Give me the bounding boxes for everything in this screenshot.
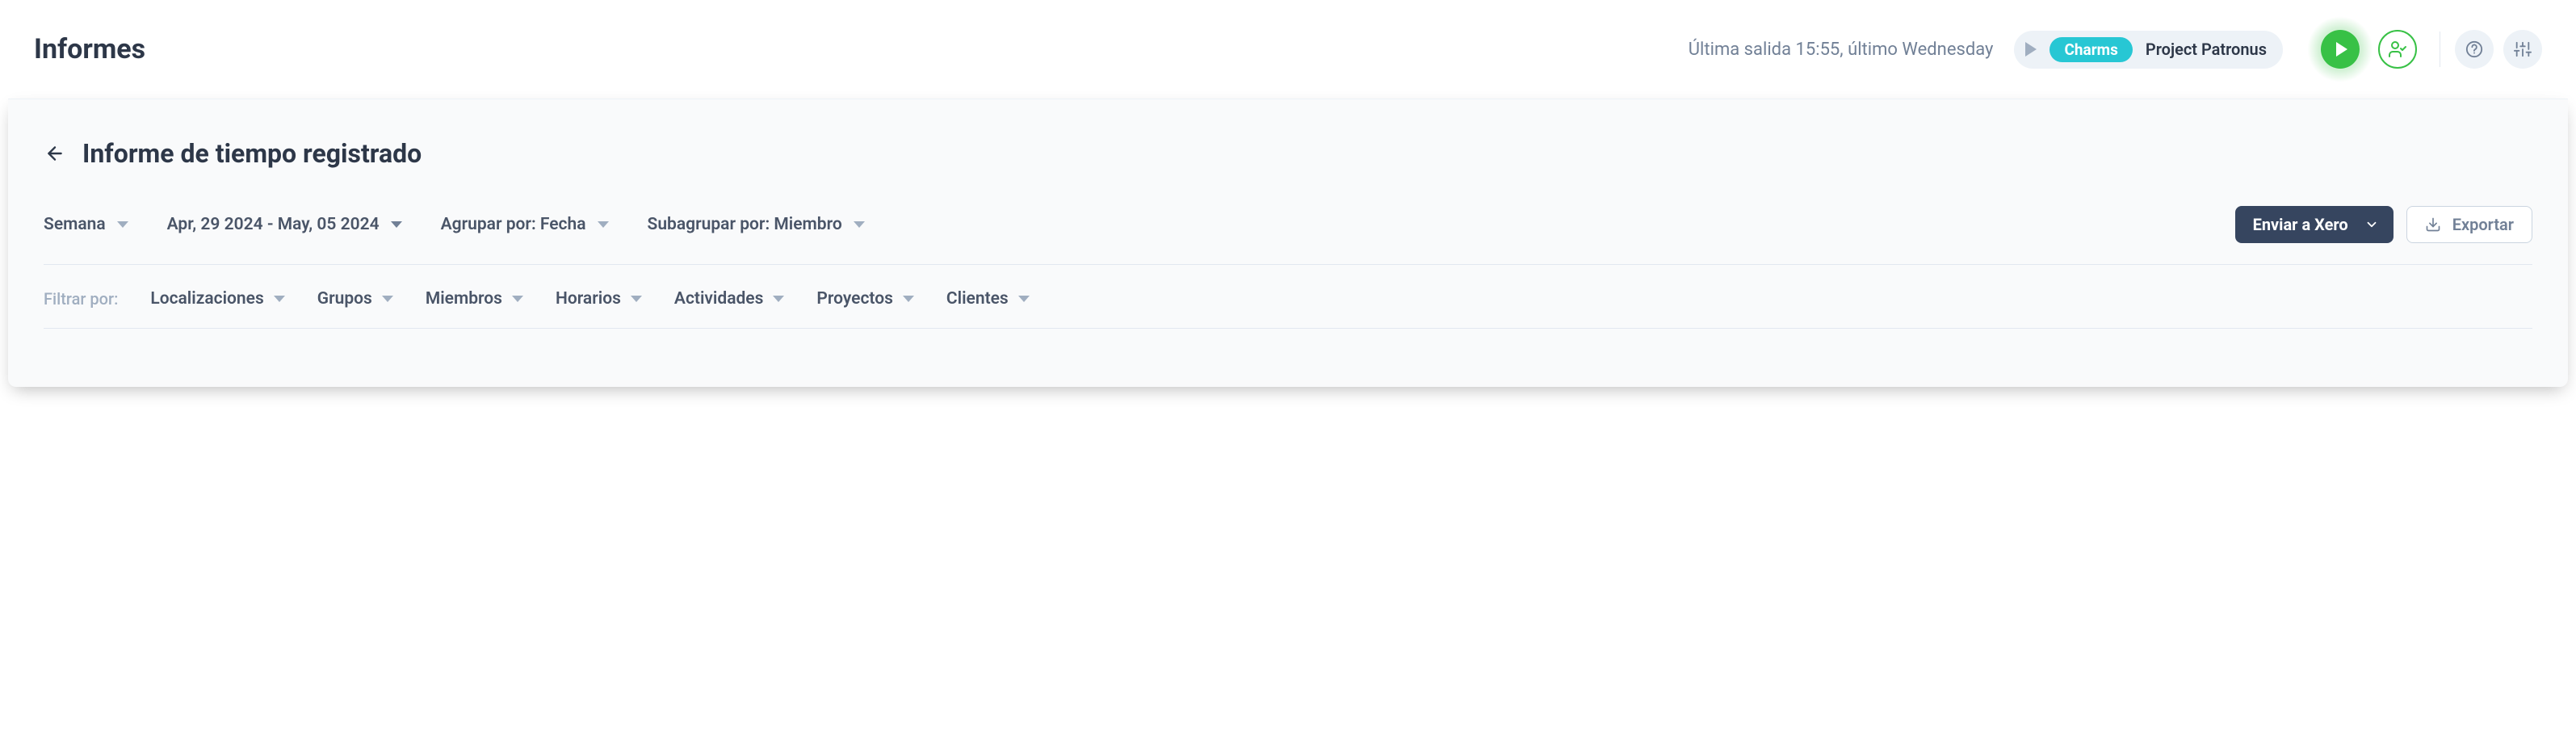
chevron-down-icon <box>598 221 609 228</box>
filter-locations[interactable]: Localizaciones <box>150 289 284 309</box>
chevron-down-icon <box>117 221 128 228</box>
chip-charms: Charms <box>2049 37 2132 62</box>
play-button-halo <box>2307 16 2373 82</box>
page-body: Informe de tiempo registrado Semana Apr,… <box>8 99 2568 387</box>
settings-button[interactable] <box>2503 30 2542 69</box>
filter-groups[interactable]: Grupos <box>317 289 393 309</box>
filter-item-label: Actividades <box>674 289 763 309</box>
download-icon <box>2425 216 2441 233</box>
app-title: Informes <box>34 33 145 65</box>
group-by-label: Agrupar por: Fecha <box>441 215 586 234</box>
chevron-down-icon <box>854 221 865 228</box>
page-title: Informe de tiempo registrado <box>82 138 422 169</box>
filter-schedules[interactable]: Horarios <box>556 289 642 309</box>
filter-item-label: Grupos <box>317 289 372 309</box>
period-label: Semana <box>44 215 106 234</box>
subgroup-by-dropdown[interactable]: Subagrupar por: Miembro <box>648 215 865 234</box>
chevron-down-icon <box>391 221 402 228</box>
settings-icon <box>2514 40 2532 58</box>
filter-row: Filtrar por: Localizaciones Grupos Miemb… <box>44 265 2532 329</box>
user-check-button[interactable] <box>2378 30 2417 69</box>
play-icon <box>2025 42 2037 57</box>
chevron-down-icon <box>773 296 784 302</box>
toolbar-row: Semana Apr, 29 2024 - May, 05 2024 Agrup… <box>44 206 2532 265</box>
period-dropdown[interactable]: Semana <box>44 215 128 234</box>
export-label: Exportar <box>2452 215 2514 234</box>
help-button[interactable] <box>2455 30 2494 69</box>
filter-clients[interactable]: Clientes <box>946 289 1030 309</box>
page-title-row: Informe de tiempo registrado <box>44 138 2532 169</box>
chevron-down-icon <box>631 296 642 302</box>
export-button[interactable]: Exportar <box>2406 206 2532 243</box>
filter-item-label: Proyectos <box>816 289 893 309</box>
filter-item-label: Localizaciones <box>150 289 263 309</box>
date-range-dropdown[interactable]: Apr, 29 2024 - May, 05 2024 <box>167 215 402 234</box>
chevron-down-icon <box>903 296 914 302</box>
play-button[interactable] <box>2321 30 2360 69</box>
filter-activities[interactable]: Actividades <box>674 289 784 309</box>
arrow-left-icon <box>44 143 65 164</box>
group-by-dropdown[interactable]: Agrupar por: Fecha <box>441 215 609 234</box>
chevron-down-icon <box>2364 217 2379 232</box>
chevron-down-icon <box>382 296 393 302</box>
chevron-down-icon <box>512 296 523 302</box>
app-header: Informes Última salida 15:55, último Wed… <box>0 0 2576 99</box>
chevron-down-icon <box>1018 296 1030 302</box>
filter-item-label: Clientes <box>946 289 1009 309</box>
filter-item-label: Miembros <box>426 289 502 309</box>
filter-label: Filtrar por: <box>44 289 118 309</box>
filter-members[interactable]: Miembros <box>426 289 523 309</box>
back-button[interactable] <box>44 142 66 165</box>
send-to-xero-label: Enviar a Xero <box>2253 215 2348 234</box>
date-range-label: Apr, 29 2024 - May, 05 2024 <box>167 215 380 234</box>
filter-projects[interactable]: Proyectos <box>816 289 914 309</box>
project-name: Project Patronus <box>2146 40 2267 59</box>
help-icon <box>2465 40 2483 58</box>
subgroup-by-label: Subagrupar por: Miembro <box>648 215 842 234</box>
last-exit-status: Última salida 15:55, último Wednesday <box>1689 40 1994 60</box>
send-to-xero-button[interactable]: Enviar a Xero <box>2235 206 2393 243</box>
play-icon <box>2336 42 2347 57</box>
chevron-down-icon <box>274 296 285 302</box>
user-check-icon <box>2388 40 2407 59</box>
status-pill[interactable]: Charms Project Patronus <box>2014 31 2283 69</box>
filter-item-label: Horarios <box>556 289 621 309</box>
